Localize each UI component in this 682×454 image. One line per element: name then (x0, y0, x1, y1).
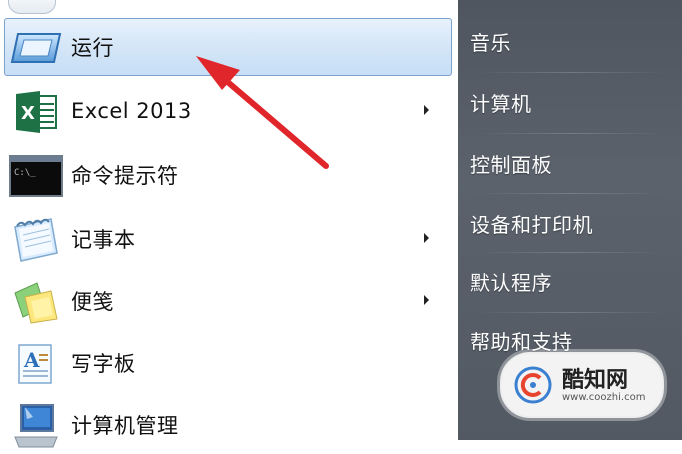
submenu-arrow-icon[interactable] (424, 233, 429, 243)
menu-item-wordpad[interactable]: A 写字板 (4, 334, 452, 392)
places-item-label: 默认程序 (470, 270, 552, 295)
svg-text:X: X (21, 103, 35, 124)
watermark-url: www.coozhi.com (562, 392, 646, 403)
menu-item-excel-2013[interactable]: X Excel 2013 (4, 82, 452, 140)
menu-item-label: 写字板 (71, 352, 136, 376)
menu-item-sticky-notes[interactable]: 便笺 (4, 272, 452, 330)
places-item-label: 计算机 (470, 91, 532, 116)
places-item-label: 音乐 (470, 30, 511, 55)
menu-item-notepad[interactable]: 记事本 (4, 210, 452, 268)
notepad-icon (9, 217, 63, 263)
svg-text:C:\_: C:\_ (14, 168, 36, 178)
run-icon (9, 25, 63, 71)
places-item-label: 设备和打印机 (470, 212, 593, 237)
watermark-title: 酷知网 (562, 368, 629, 393)
menu-item-label: 记事本 (71, 228, 136, 252)
menu-item-run[interactable]: 运行 (4, 18, 452, 76)
places-item-label: 帮助和支持 (470, 329, 573, 354)
places-item-control-panel[interactable]: 控制面板 (458, 134, 682, 192)
svg-text:A: A (23, 348, 40, 372)
places-item-computer[interactable]: 计算机 (458, 73, 682, 131)
places-item-label: 控制面板 (470, 152, 552, 177)
coozhi-logo-icon (514, 366, 552, 404)
menu-item-label: 命令提示符 (71, 164, 179, 188)
command-prompt-icon: C:\_ (9, 153, 63, 199)
menu-item-command-prompt[interactable]: C:\_ 命令提示符 (4, 146, 452, 204)
places-item-music[interactable]: 音乐 (458, 12, 682, 70)
menu-item-label: 便笺 (71, 290, 114, 314)
menu-item-computer-management[interactable]: 计算机管理 (4, 396, 452, 454)
computer-management-icon (9, 403, 63, 449)
sticky-notes-icon (9, 279, 63, 325)
menu-item-label: Excel 2013 (71, 99, 192, 123)
excel-icon: X (9, 89, 63, 135)
places-item-default-programs[interactable]: 默认程序 (458, 252, 682, 310)
start-menu-programs-pane: 运行 X Excel 2013 C:\_ 命令提示符 记事本 便笺 A 写字板 … (0, 0, 459, 448)
submenu-arrow-icon[interactable] (424, 105, 429, 115)
menu-item-label: 计算机管理 (71, 414, 179, 438)
submenu-arrow-icon[interactable] (424, 295, 429, 305)
places-item-devices-and-printers[interactable]: 设备和打印机 (458, 194, 682, 252)
wordpad-icon: A (9, 341, 63, 387)
site-watermark: 酷知网 www.coozhi.com (500, 352, 664, 418)
scrolled-item-fragment (8, 0, 56, 14)
menu-item-label: 运行 (71, 36, 114, 60)
